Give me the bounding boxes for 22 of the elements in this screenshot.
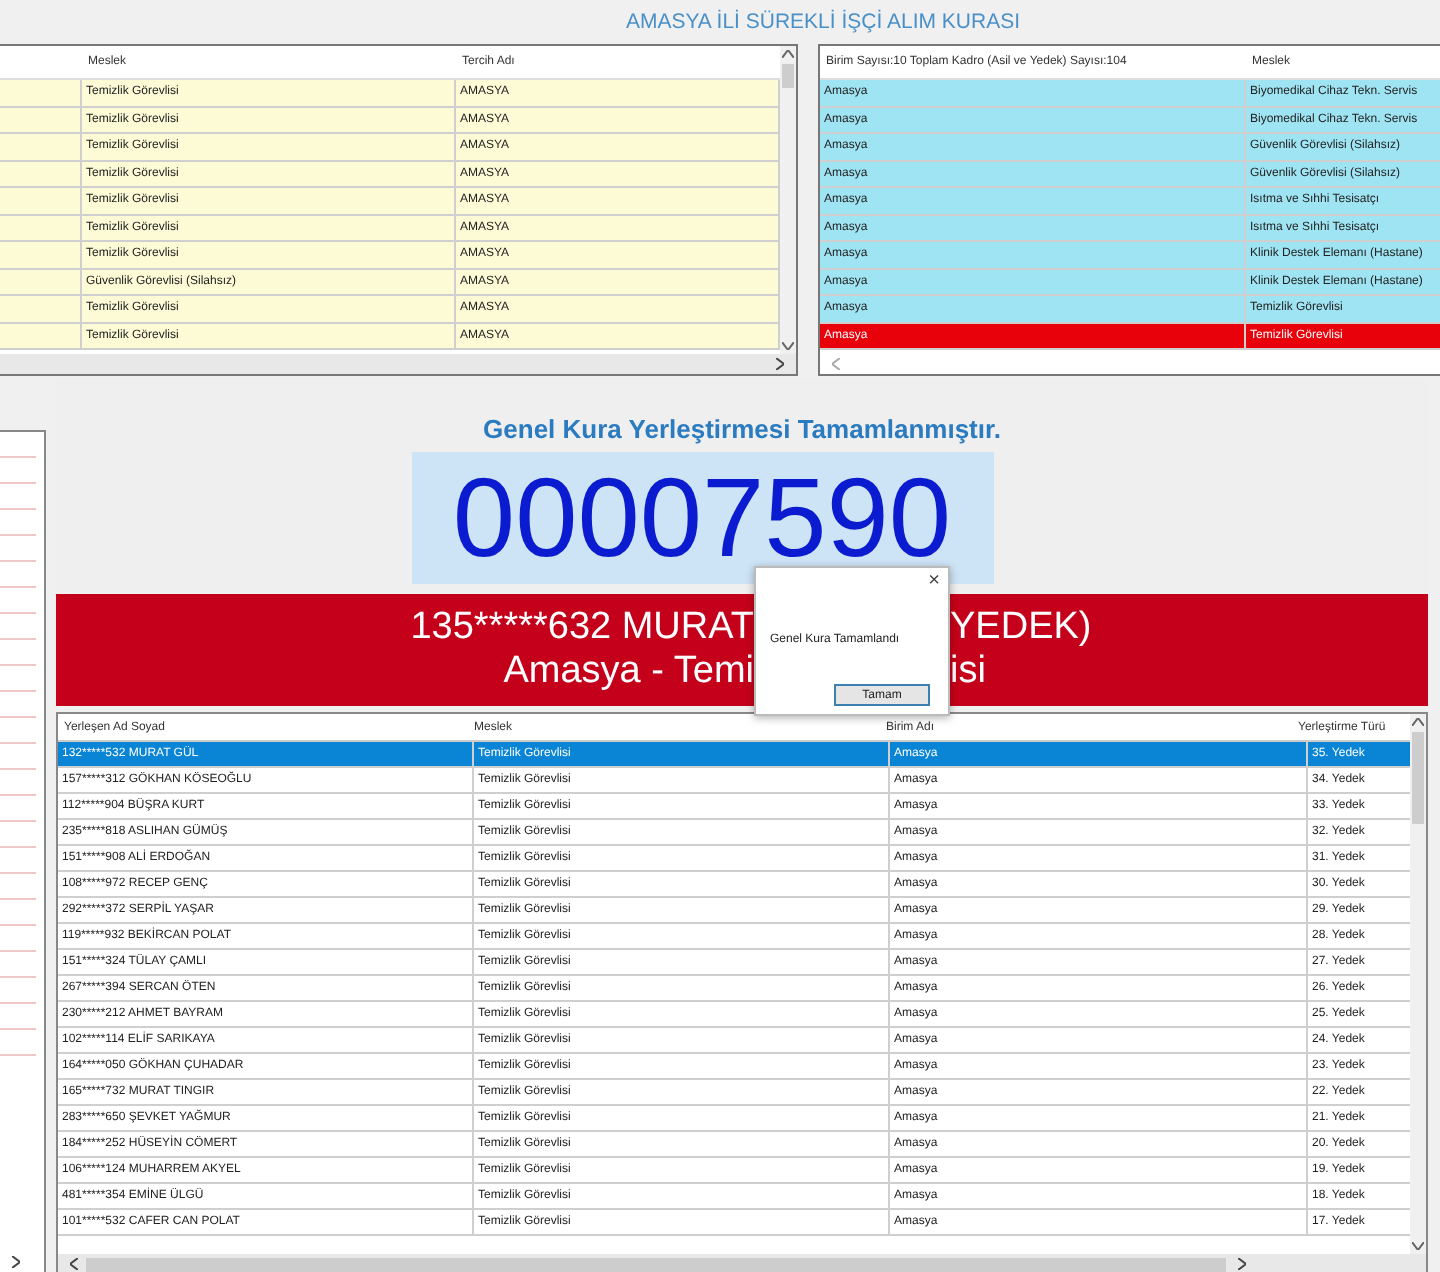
banner-text: Amasya - Temi xyxy=(501,650,754,694)
banner-text: YEDEK) xyxy=(950,606,1094,650)
scroll-down-icon[interactable] xyxy=(782,342,794,350)
banner-text: 135*****632 MURAT xyxy=(408,606,754,650)
scroll-up-icon[interactable] xyxy=(782,50,794,58)
vertical-scrollbar[interactable] xyxy=(1410,714,1426,1254)
scroll-up-icon[interactable] xyxy=(1412,718,1424,726)
scroll-down-icon[interactable] xyxy=(1412,1242,1424,1250)
scroll-right-icon[interactable] xyxy=(12,1256,20,1268)
scroll-thumb[interactable] xyxy=(1412,732,1424,824)
close-button[interactable]: × xyxy=(928,572,940,592)
status-heading: Genel Kura Yerleştirmesi Tamamlanmıştır. xyxy=(483,414,1001,444)
scroll-left-icon[interactable] xyxy=(70,1258,78,1270)
horizontal-scrollbar[interactable] xyxy=(0,354,796,374)
scroll-thumb[interactable] xyxy=(86,1257,1226,1271)
scroll-right-icon[interactable] xyxy=(776,358,784,370)
scroll-thumb[interactable] xyxy=(782,64,794,88)
vertical-scrollbar[interactable] xyxy=(780,46,796,354)
banner-text: isi xyxy=(950,650,988,694)
horizontal-scrollbar[interactable] xyxy=(58,1254,1426,1272)
scroll-right-icon[interactable] xyxy=(1238,1258,1246,1270)
page-title: AMASYA İLİ SÜREKLİ İŞÇİ ALIM KURASI xyxy=(625,10,1020,34)
